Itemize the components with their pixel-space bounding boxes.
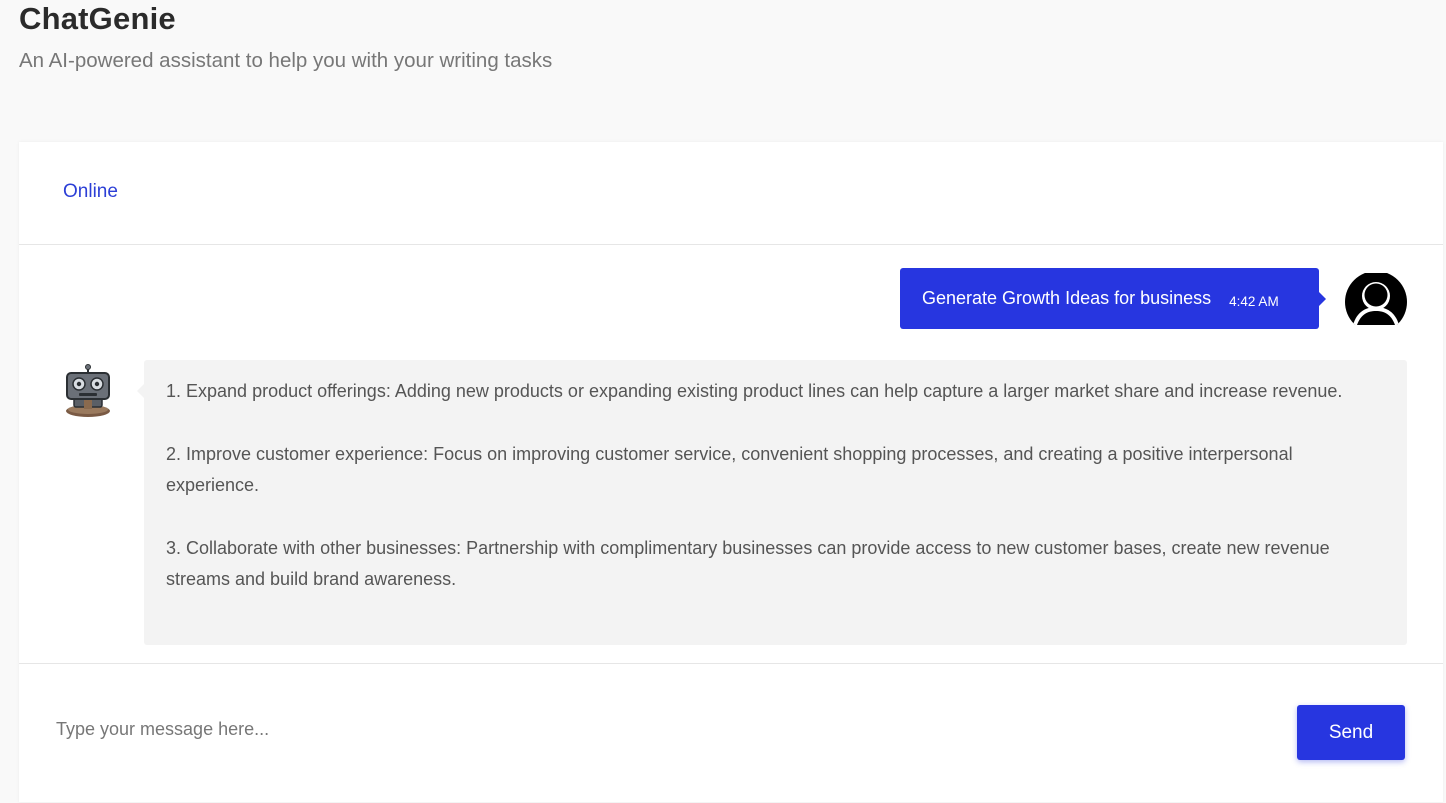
message-composer: Send xyxy=(19,663,1443,803)
chat-header: Online xyxy=(19,142,1443,245)
bot-message-paragraph: 3. Collaborate with other businesses: Pa… xyxy=(166,537,1330,590)
online-status: Online xyxy=(63,181,118,202)
bot-message-paragraph: 2. Improve customer experience: Focus on… xyxy=(166,443,1293,496)
user-message-row: Generate Growth Ideas for business 4:42 … xyxy=(19,268,1443,330)
robot-icon xyxy=(66,364,110,417)
user-avatar-icon xyxy=(1345,273,1407,325)
app-title: ChatGenie xyxy=(19,1,176,36)
message-input[interactable] xyxy=(56,709,1256,749)
message-timestamp: 4:42 AM xyxy=(1229,294,1279,309)
send-button[interactable]: Send xyxy=(1297,705,1405,760)
chat-panel: Online Generate Growth Ideas for busines… xyxy=(19,142,1443,802)
user-message-bubble: Generate Growth Ideas for business 4:42 … xyxy=(900,268,1326,329)
app-subtitle: An AI-powered assistant to help you with… xyxy=(19,49,553,72)
bot-message-paragraph: 1. Expand product offerings: Adding new … xyxy=(166,381,1343,401)
bot-message-bubble: 1. Expand product offerings: Adding new … xyxy=(137,360,1407,645)
user-message-text: Generate Growth Ideas for business xyxy=(922,288,1212,308)
page-header: ChatGenie An AI-powered assistant to hel… xyxy=(19,0,552,73)
